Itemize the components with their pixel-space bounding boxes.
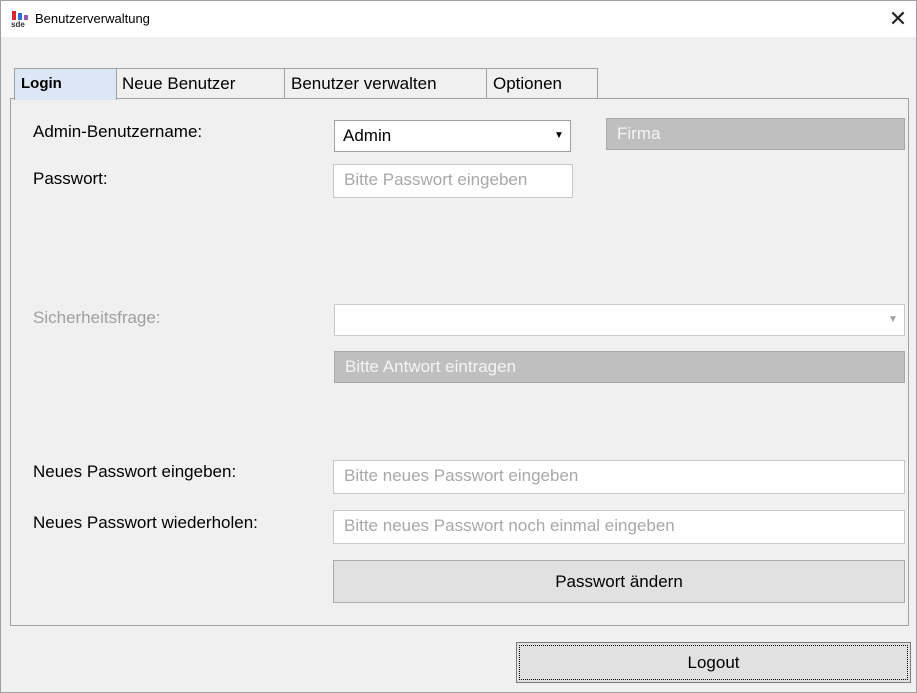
logout-button[interactable]: Logout [516,642,911,683]
security-answer-field: Bitte Antwort eintragen [334,351,905,383]
admin-username-label: Admin-Benutzername: [33,122,203,141]
password-input[interactable]: Bitte Passwort eingeben [333,164,573,198]
app-window: sde Benutzerverwaltung ✕ Login Neue Benu… [0,0,917,693]
title-bar: sde Benutzerverwaltung ✕ [1,1,916,37]
tab-label: Neue Benutzer [122,74,236,93]
chevron-down-icon: ▼ [888,314,898,325]
security-question-label: Sicherheitsfrage: [33,308,161,327]
repeat-password-input[interactable]: Bitte neues Passwort noch einmal eingebe… [333,510,905,544]
change-password-button[interactable]: Passwort ändern [333,560,905,603]
company-field: Firma [606,118,905,150]
new-password-label: Neues Passwort eingeben: [33,462,237,481]
chevron-down-icon[interactable]: ▼ [551,126,567,146]
tab-label: Optionen [493,74,562,93]
tab-login[interactable]: Login [14,68,117,100]
new-password-input[interactable]: Bitte neues Passwort eingeben [333,460,905,494]
tab-label: Benutzer verwalten [291,74,437,93]
tab-label: Login [21,75,62,92]
app-logo-icon: sde [11,11,28,28]
window-title: Benutzerverwaltung [35,11,150,26]
admin-username-select[interactable]: Admin ▼ [334,120,571,152]
tab-optionen[interactable]: Optionen [486,68,598,99]
security-question-select: ▼ [334,304,905,336]
repeat-password-label: Neues Passwort wiederholen: [33,513,258,532]
password-label: Passwort: [33,169,108,188]
tab-neue-benutzer[interactable]: Neue Benutzer [115,68,285,99]
admin-username-value: Admin [343,126,392,145]
tab-benutzer-verwalten[interactable]: Benutzer verwalten [284,68,487,99]
close-icon[interactable]: ✕ [884,5,912,33]
svg-text:sde: sde [11,20,25,28]
